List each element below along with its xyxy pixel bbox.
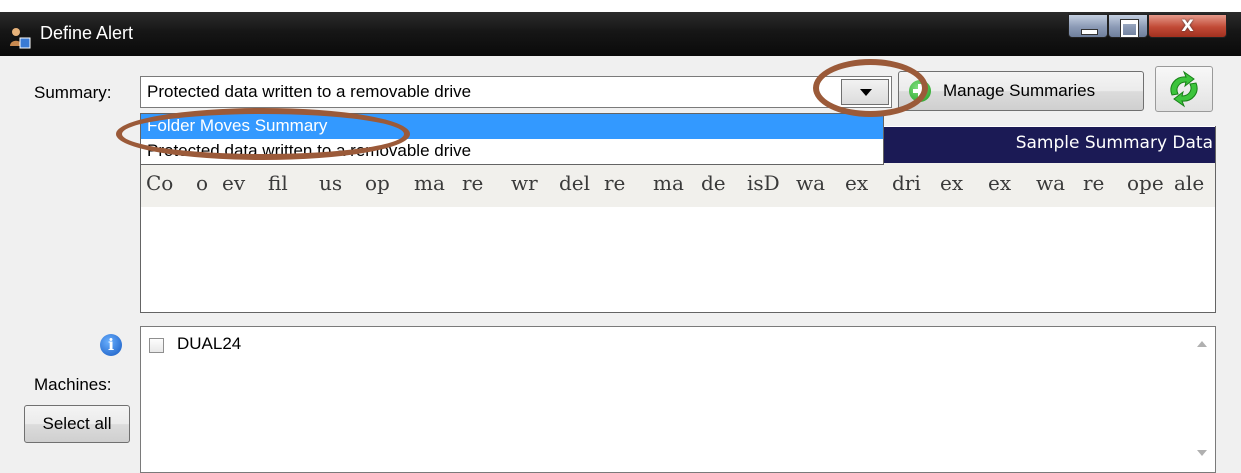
column-header[interactable]: op (365, 171, 390, 195)
column-header[interactable]: wa (796, 171, 825, 195)
select-all-button[interactable]: Select all (24, 405, 130, 443)
minimize-button[interactable] (1068, 14, 1108, 38)
app-icon (10, 28, 31, 49)
column-header[interactable]: re (462, 171, 483, 195)
annotation-circle-dropdown (813, 59, 928, 117)
column-header[interactable]: us (319, 171, 342, 195)
info-icon[interactable]: i (100, 334, 122, 356)
column-header[interactable]: wr (511, 171, 538, 195)
manage-summaries-button[interactable]: Manage Summaries (898, 71, 1144, 111)
title-bar: Define Alert X (0, 12, 1241, 56)
column-header[interactable]: del (559, 171, 590, 195)
scroll-down-icon[interactable] (1197, 450, 1207, 456)
manage-summaries-label: Manage Summaries (943, 81, 1096, 100)
summary-label: Summary: (34, 83, 112, 102)
column-header[interactable]: de (701, 171, 726, 195)
close-icon: X (1181, 16, 1194, 35)
sample-data-header-band: Sample Summary Data (884, 127, 1215, 163)
summary-selected-value: Protected data written to a removable dr… (147, 82, 472, 101)
column-header[interactable]: ev (222, 171, 245, 195)
refresh-icon (1170, 70, 1198, 108)
close-button[interactable]: X (1148, 14, 1227, 38)
summary-combobox[interactable]: Protected data written to a removable dr… (140, 76, 892, 108)
minimize-icon (1081, 29, 1098, 35)
column-header[interactable]: dri (892, 171, 921, 195)
column-header[interactable]: ex (940, 171, 963, 195)
maximize-button[interactable] (1108, 14, 1148, 38)
column-header[interactable]: re (1083, 171, 1104, 195)
refresh-button[interactable] (1155, 66, 1213, 112)
machines-list (140, 326, 1216, 473)
column-header[interactable]: o (196, 171, 208, 195)
column-header[interactable]: isD (747, 171, 780, 195)
maximize-icon (1120, 19, 1139, 38)
column-header[interactable]: re (604, 171, 625, 195)
machines-label: Machines: (34, 375, 112, 394)
annotation-circle-option (116, 108, 410, 160)
machine-name: DUAL24 (177, 334, 242, 353)
select-all-label: Select all (42, 414, 112, 433)
dialog-body: Summary: Protected data written to a rem… (0, 56, 1241, 473)
column-header[interactable]: ale (1174, 171, 1204, 195)
scroll-up-icon[interactable] (1197, 341, 1207, 347)
column-header[interactable]: ma (653, 171, 684, 195)
sample-data-columns: Co o ev fil us op ma re wr del re ma de … (141, 163, 1215, 207)
column-header[interactable]: Co (146, 171, 173, 195)
machine-checkbox[interactable] (149, 338, 164, 353)
column-header[interactable]: ope (1127, 171, 1164, 195)
column-header[interactable]: ma (414, 171, 445, 195)
window-title: Define Alert (40, 23, 134, 43)
sample-data-title: Sample Summary Data (1015, 133, 1213, 153)
column-header[interactable]: ex (988, 171, 1011, 195)
column-header[interactable]: wa (1036, 171, 1065, 195)
column-header[interactable]: fil (268, 171, 288, 195)
column-header[interactable]: ex (845, 171, 868, 195)
